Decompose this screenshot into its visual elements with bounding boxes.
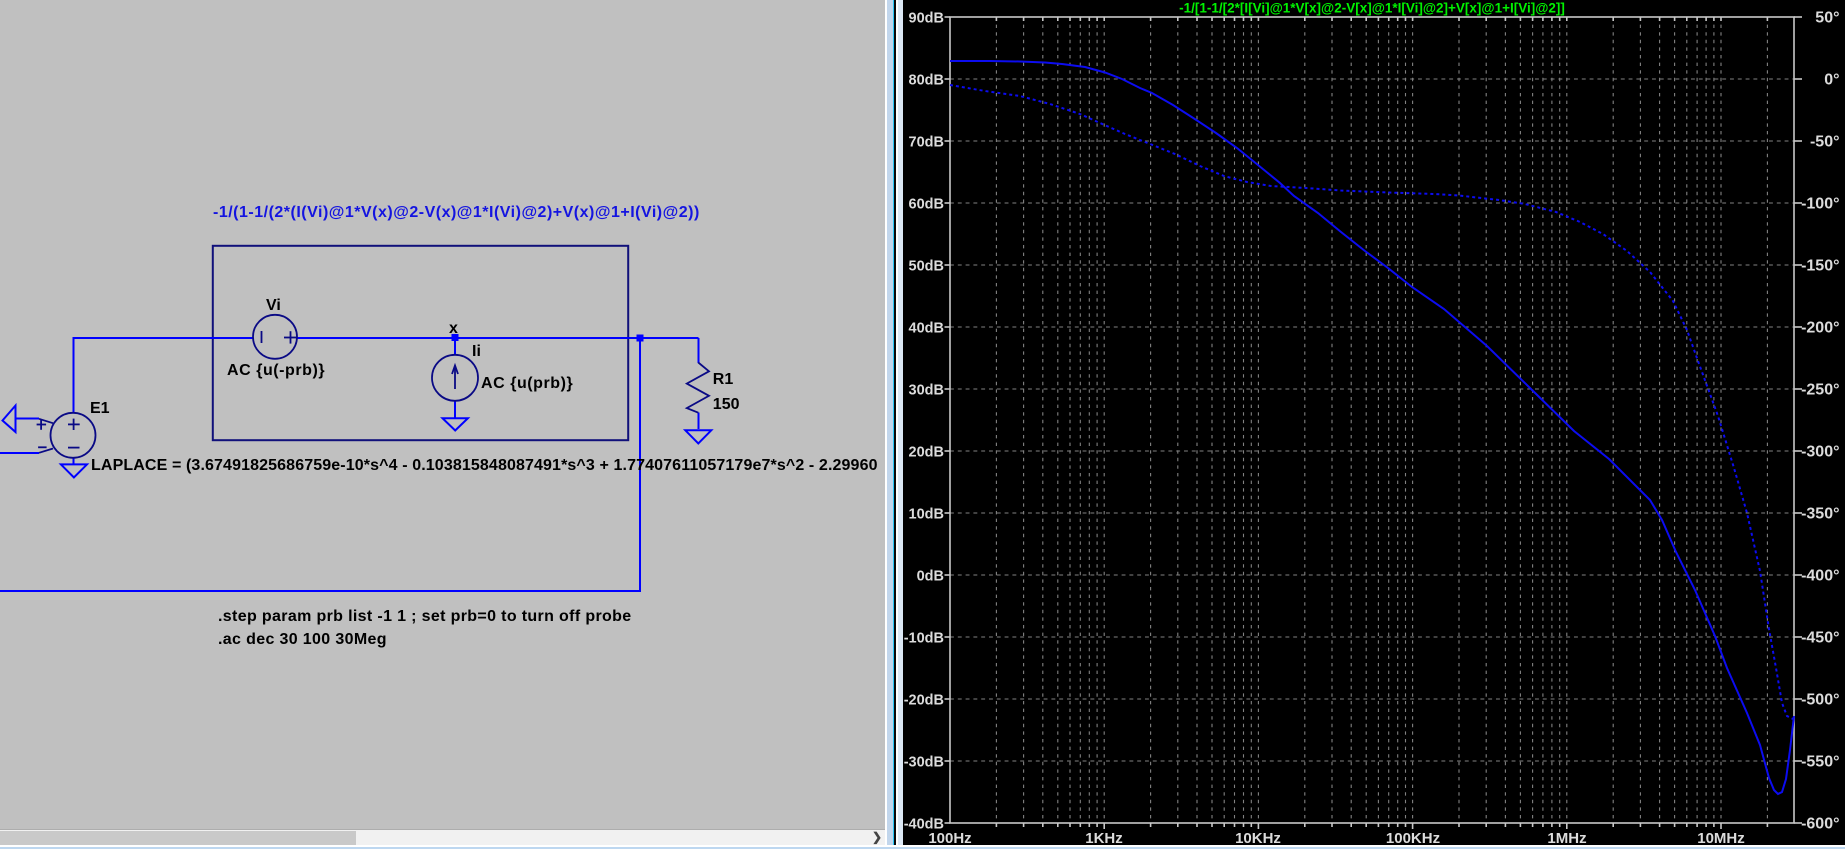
svg-text:-300°: -300°	[1801, 444, 1839, 461]
svg-text:-1/[1-1/[2*[I[Vi]@1*V[x]@2-V[x: -1/[1-1/[2*[I[Vi]@1*V[x]@2-V[x]@1*I[Vi]@…	[1179, 1, 1565, 16]
svg-text:-200°: -200°	[1801, 320, 1839, 337]
svg-text:-50°: -50°	[1810, 134, 1840, 151]
svg-text:0dB: 0dB	[917, 569, 944, 585]
svg-text:-400°: -400°	[1801, 568, 1839, 585]
svg-text:-550°: -550°	[1801, 754, 1839, 771]
svg-text:-600°: -600°	[1801, 816, 1839, 833]
svg-text:-350°: -350°	[1801, 506, 1839, 523]
svg-text:10dB: 10dB	[909, 507, 944, 523]
svg-text:90dB: 90dB	[909, 11, 944, 27]
svg-text:0°: 0°	[1824, 72, 1839, 89]
svg-text:-250°: -250°	[1801, 382, 1839, 399]
svg-text:70dB: 70dB	[909, 135, 944, 151]
svg-text:-450°: -450°	[1801, 630, 1839, 647]
svg-text:20dB: 20dB	[909, 445, 944, 461]
svg-text:80dB: 80dB	[909, 73, 944, 89]
svg-text:30dB: 30dB	[909, 383, 944, 399]
svg-text:-30dB: -30dB	[904, 755, 944, 771]
svg-text:40dB: 40dB	[909, 321, 944, 337]
svg-text:-10dB: -10dB	[904, 631, 944, 647]
svg-text:-20dB: -20dB	[904, 693, 944, 709]
svg-text:60dB: 60dB	[909, 197, 944, 213]
svg-text:-500°: -500°	[1801, 692, 1839, 709]
svg-text:50°: 50°	[1815, 10, 1839, 27]
svg-text:-150°: -150°	[1801, 258, 1839, 275]
svg-text:-100°: -100°	[1801, 196, 1839, 213]
svg-text:50dB: 50dB	[909, 259, 944, 275]
